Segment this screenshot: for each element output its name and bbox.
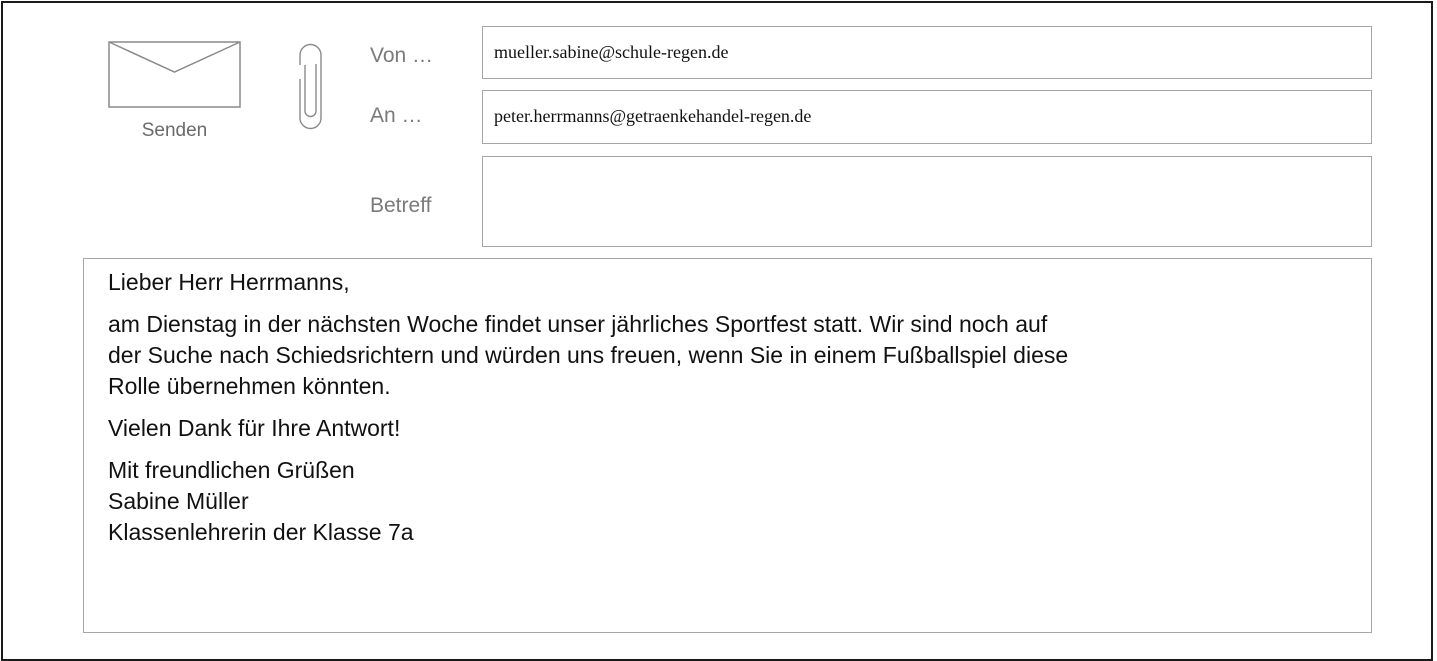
- send-button[interactable]: Senden: [108, 120, 241, 142]
- subject-label: Betreff: [370, 194, 432, 217]
- paragraph-line: Rolle übernehmen könnten.: [108, 373, 391, 399]
- from-field[interactable]: mueller.sabine@schule-regen.de: [482, 26, 1372, 79]
- signature-block: Mit freundlichen Grüßen Sabine Müller Kl…: [108, 455, 1353, 548]
- message-body[interactable]: Lieber Herr Herrmanns, am Dienstag in de…: [83, 258, 1372, 633]
- sender-role: Klassenlehrerin der Klasse 7a: [108, 519, 414, 545]
- envelope-icon[interactable]: [108, 41, 241, 108]
- closing-text: Mit freundlichen Grüßen: [108, 457, 355, 483]
- from-label: Von …: [370, 44, 434, 67]
- greeting-text: Lieber Herr Herrmanns,: [108, 269, 350, 295]
- paragraph-line: der Suche nach Schiedsrichtern und würde…: [108, 342, 1069, 368]
- message-paragraph: am Dienstag in der nächsten Woche findet…: [108, 309, 1353, 402]
- paragraph-line: am Dienstag in der nächsten Woche findet…: [108, 311, 1048, 337]
- to-field[interactable]: peter.herrmanns@getraenkehandel-regen.de: [482, 90, 1372, 144]
- sender-name: Sabine Müller: [108, 488, 249, 514]
- thanks-text: Vielen Dank für Ihre Antwort!: [108, 415, 401, 441]
- to-label: An …: [370, 104, 423, 127]
- subject-field[interactable]: [482, 156, 1372, 247]
- paperclip-icon[interactable]: [295, 39, 326, 133]
